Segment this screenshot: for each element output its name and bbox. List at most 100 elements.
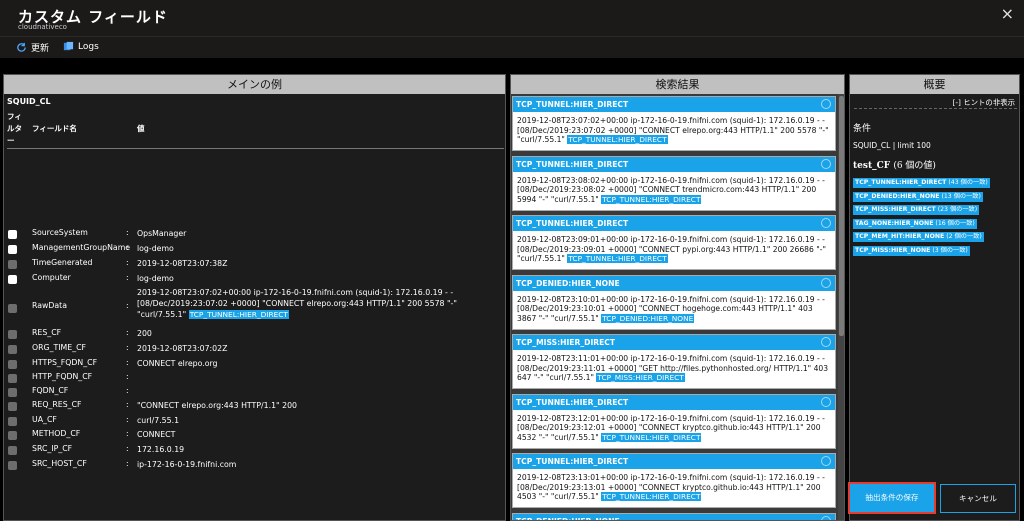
extracted-value-highlight[interactable]: TCP_TUNNEL:HIER_DIRECT xyxy=(188,310,289,319)
value-tag[interactable]: TAG_NONE:HIER_NONE (16 個の一致) xyxy=(853,218,977,229)
field-checkbox[interactable] xyxy=(8,230,17,239)
field-separator: : xyxy=(126,273,129,282)
refresh-icon xyxy=(17,42,26,52)
field-name: METHOD_CF xyxy=(32,429,81,438)
results-scrollbar[interactable] xyxy=(838,94,844,520)
field-value: 200 xyxy=(137,328,505,339)
conditions-text: SQUID_CL | limit 100 xyxy=(853,141,931,150)
value-tag[interactable]: TCP_TUNNEL:HIER_DIRECT (43 個の一致) xyxy=(853,178,990,188)
value-tag-count: (23 個の一致) xyxy=(937,206,978,214)
select-result-icon[interactable] xyxy=(821,396,831,407)
header-divider xyxy=(7,148,504,149)
select-result-icon[interactable] xyxy=(821,158,831,169)
result-extracted-tag: TCP_TUNNEL:HIER_DIRECT xyxy=(567,135,668,144)
select-result-icon[interactable] xyxy=(821,277,831,288)
field-checkbox[interactable] xyxy=(8,330,17,339)
field-value: 2019-12-08T23:07:02Z xyxy=(137,343,505,354)
logs-label: Logs xyxy=(78,41,99,52)
field-checkbox[interactable] xyxy=(8,431,17,440)
field-name: HTTP_FQDN_CF xyxy=(32,372,93,381)
field-checkbox[interactable] xyxy=(8,461,17,470)
select-result-icon[interactable] xyxy=(821,99,831,109)
result-card[interactable]: TCP_MISS:HIER_DIRECT 2019-12-08T23:11:01+… xyxy=(512,334,836,389)
result-extracted-tag: TCP_TUNNEL:HIER_DIRECT xyxy=(601,492,702,501)
field-separator: : xyxy=(126,400,129,409)
field-value-text: log-demo xyxy=(137,244,174,253)
field-name: ManagementGroupName xyxy=(32,243,131,252)
select-result-icon[interactable] xyxy=(821,337,831,347)
field-name: SourceSystem xyxy=(32,228,88,237)
value-tag[interactable]: TCP_MISS:HIER_DIRECT (23 個の一致) xyxy=(853,205,980,216)
value-tag-count: (2 個の一致) xyxy=(946,233,982,241)
result-card[interactable]: TCP_TUNNEL:HIER_DIRECT 2019-12-08T23:12:0… xyxy=(512,393,836,449)
field-checkbox[interactable] xyxy=(8,304,17,313)
blade-header: カスタム フィールド cloudnativeco × xyxy=(0,0,1024,36)
field-value-text: "CONNECT elrepo.org:443 HTTP/1.1" 200 xyxy=(137,401,297,410)
field-value: OpsManager xyxy=(137,228,505,239)
field-value-text: 2019-12-08T23:07:02+00:00 ip-172-16-0-19… xyxy=(137,288,457,319)
cancel-button[interactable]: キャンセル xyxy=(940,484,1016,513)
field-value: log-demo xyxy=(137,273,505,284)
field-separator: : xyxy=(126,415,129,424)
result-card-body: 2019-12-08T23:13:01+00:00 ip-172-16-0-19… xyxy=(513,469,835,505)
result-card[interactable]: TCP_TUNNEL:HIER_DIRECT 2019-12-08T23:07:0… xyxy=(512,96,836,151)
field-value: CONNECT elrepo.org xyxy=(137,358,505,369)
field-checkbox[interactable] xyxy=(8,275,17,284)
field-checkbox[interactable] xyxy=(8,345,17,354)
field-name: RES_CF xyxy=(32,328,62,337)
refresh-button[interactable]: 更新 xyxy=(16,41,49,54)
result-card-header: TCP_TUNNEL:HIER_DIRECT xyxy=(513,454,835,469)
result-card[interactable]: TCP_TUNNEL:HIER_DIRECT 2019-12-08T23:13:0… xyxy=(512,453,836,508)
result-card-title: TCP_TUNNEL:HIER_DIRECT xyxy=(516,159,629,169)
value-tag[interactable]: TCP_DENIED:HIER_NONE (13 個の一致) xyxy=(853,191,983,202)
field-summary-name: test_CF xyxy=(853,161,891,171)
result-card[interactable]: TCP_TUNNEL:HIER_DIRECT 2019-12-08T23:09:0… xyxy=(512,215,836,270)
field-value-text: curl/7.55.1 xyxy=(137,416,180,425)
field-name: ORG_TIME_CF xyxy=(32,343,87,352)
field-checkbox[interactable] xyxy=(8,374,17,383)
field-separator: : xyxy=(126,301,129,310)
field-checkbox[interactable] xyxy=(8,360,17,369)
result-log-text: 2019-12-08T23:07:02+00:00 ip-172-16-0-19… xyxy=(517,116,829,144)
value-tag[interactable]: TCP_MISS:HIER_NONE (3 個の一致) xyxy=(853,246,970,256)
select-result-icon[interactable] xyxy=(821,515,831,520)
value-tag-count: (13 個の一致) xyxy=(941,192,981,200)
field-value-text: log-demo xyxy=(137,274,174,283)
field-value-text: 172.16.0.19 xyxy=(137,445,185,454)
field-checkbox[interactable] xyxy=(8,446,17,455)
field-checkbox[interactable] xyxy=(8,245,17,254)
logs-button[interactable]: Logs xyxy=(63,41,99,52)
result-card-header: TCP_MISS:HIER_DIRECT xyxy=(513,335,835,350)
result-card[interactable]: TCP_DENIED:HIER_NONE 2019-12-08T23:10:01+… xyxy=(512,274,836,330)
field-checkbox[interactable] xyxy=(8,417,17,426)
field-checkbox[interactable] xyxy=(8,402,17,411)
result-extracted-tag: TCP_DENIED:HIER_NONE xyxy=(601,313,695,323)
refresh-label: 更新 xyxy=(31,44,50,54)
field-checkbox[interactable] xyxy=(8,388,17,397)
field-checkbox[interactable] xyxy=(8,260,17,269)
field-separator: : xyxy=(126,386,129,395)
field-value-text: CONNECT xyxy=(137,430,176,439)
result-card-title: TCP_TUNNEL:HIER_DIRECT xyxy=(516,100,629,109)
result-extracted-tag: TCP_TUNNEL:HIER_DIRECT xyxy=(601,194,702,204)
search-results-panel: 検索結果 TCP_TUNNEL:HIER_DIRECT 2019-12-08T23… xyxy=(510,74,845,521)
field-summary-title: test_CF (6 個の値) xyxy=(853,158,936,171)
field-value-text: ip-172-16-0-19.fnifni.com xyxy=(137,460,237,469)
close-icon[interactable]: × xyxy=(1001,4,1014,23)
result-log-text: 2019-12-08T23:09:01+00:00 ip-172-16-0-19… xyxy=(517,235,826,263)
save-filter-button[interactable]: 抽出条件の保存 xyxy=(848,482,936,514)
select-result-icon[interactable] xyxy=(821,218,831,228)
scrollbar-thumb[interactable] xyxy=(839,96,844,336)
field-separator: : xyxy=(126,358,129,367)
result-card-body: 2019-12-08T23:11:01+00:00 ip-172-16-0-19… xyxy=(513,350,835,386)
select-result-icon[interactable] xyxy=(821,456,831,466)
field-separator: : xyxy=(126,243,129,252)
result-card-title: TCP_TUNNEL:HIER_DIRECT xyxy=(516,397,629,407)
result-card[interactable]: TCP_TUNNEL:HIER_DIRECT 2019-12-08T23:08:0… xyxy=(512,155,836,211)
field-value: 2019-12-08T23:07:02+00:00 ip-172-16-0-19… xyxy=(137,287,505,320)
hide-hints-link[interactable]: [-] ヒントの非表示 xyxy=(952,97,1015,108)
result-card[interactable]: TCP_DENIED:HIER_NONE xyxy=(512,512,836,520)
field-value-text: 200 xyxy=(137,329,152,338)
field-name: UA_CF xyxy=(32,415,57,424)
value-tag[interactable]: TCP_MEM_HIT:HIER_NONE (2 個の一致) xyxy=(853,232,984,243)
